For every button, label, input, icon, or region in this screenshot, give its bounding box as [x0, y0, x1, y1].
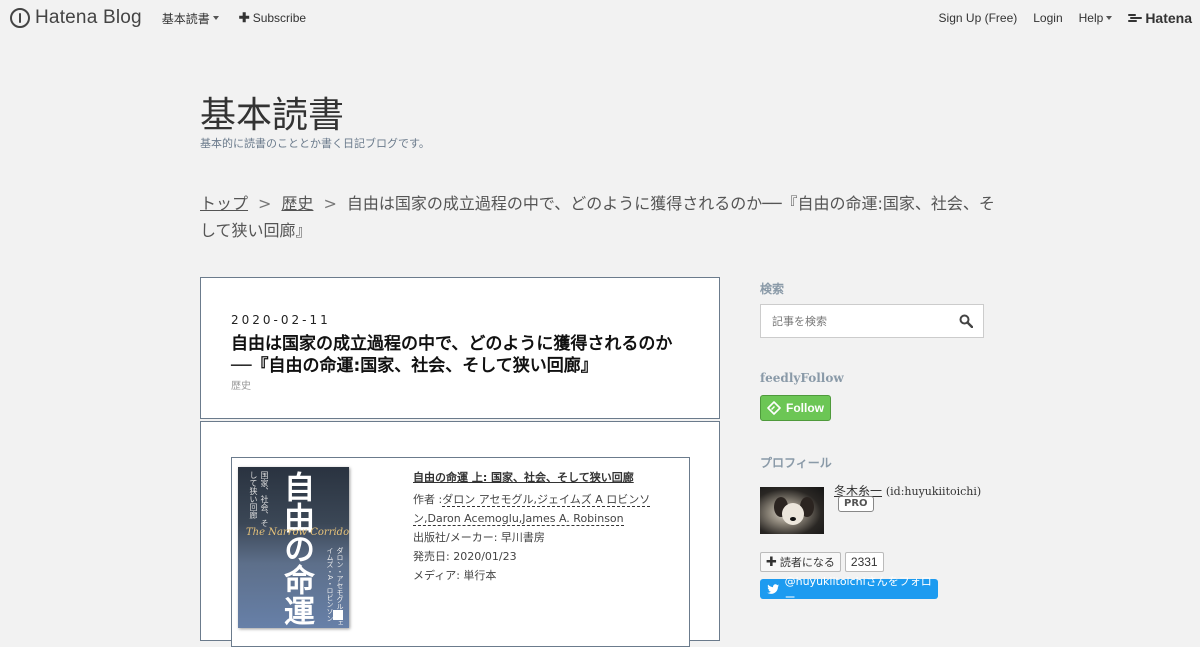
brand-label: Hatena Blog — [35, 7, 142, 28]
publisher-logo-icon — [333, 610, 343, 620]
reader-subscribe-label: 読者になる — [779, 556, 835, 569]
book-cover-image[interactable]: 国家、社会、そして狭い回廊 自由の命運 The Narrow Corridor … — [238, 467, 349, 628]
subscribe-link[interactable]: ✚ Subscribe — [239, 10, 306, 26]
search-icon[interactable] — [959, 314, 973, 328]
author-prefix: 作者 : — [413, 493, 443, 506]
breadcrumb-separator: > — [258, 194, 272, 213]
feedly-follow-button[interactable]: Follow — [760, 395, 831, 421]
plus-icon: ✚ — [238, 10, 250, 25]
signup-link[interactable]: Sign Up (Free) — [939, 11, 1018, 25]
subscribe-label: Subscribe — [252, 11, 307, 25]
twitter-follow-button[interactable]: @huyukiitoichiさんをフォロー — [760, 575, 938, 604]
blog-menu-label: 基本読書 — [161, 11, 210, 26]
profile-heading: プロフィール — [760, 456, 832, 470]
blog-description: 基本的に読書のこととか書く日記ブログです。 — [200, 137, 430, 150]
cover-title: 自由の命運 — [278, 471, 314, 626]
breadcrumb: トップ > 歴史 > 自由は国家の成立過程の中で、どのように獲得されるのか──『自由の命… — [200, 190, 1000, 244]
search-form — [760, 304, 984, 338]
global-header-left: Hatena Blog 基本読書 ✚ Subscribe — [10, 0, 306, 36]
login-link[interactable]: Login — [1033, 11, 1062, 25]
hatena-blog-logo[interactable]: Hatena Blog — [10, 7, 142, 29]
feedly-heading: feedlyFollow — [760, 371, 844, 385]
product-media: メディア: 単行本 — [413, 569, 497, 582]
hatena-blog-logo-icon — [10, 8, 30, 28]
author-links[interactable]: ダロン アセモグル,ジェイムズ A ロビンソン,Daron Acemoglu,J… — [413, 493, 651, 526]
entry-date[interactable]: 2020-02-11 — [231, 313, 331, 327]
profile-avatar[interactable] — [760, 487, 824, 534]
product-info: 自由の命運 上: 国家、社会、そして狭い回廊 作者 :ダロン アセモグル,ジェイ… — [413, 468, 685, 585]
feedly-follow-label: Follow — [786, 401, 824, 415]
breadcrumb-separator: > — [323, 194, 337, 213]
hatena-logo[interactable]: Hatena — [1128, 10, 1192, 26]
reader-count[interactable]: 2331 — [844, 552, 884, 572]
breadcrumb-current: 自由は国家の成立過程の中で、どのように獲得されるのか──『自由の命運:国家、社会… — [200, 194, 995, 240]
chevron-down-icon — [1106, 16, 1113, 20]
entry-body: 国家、社会、そして狭い回廊 自由の命運 The Narrow Corridor … — [200, 421, 720, 647]
help-label: Help — [1078, 11, 1104, 25]
entry-header: 2020-02-11 自由は国家の成立過程の中で、どのように獲得されるのか──『… — [200, 277, 720, 419]
product-name-link[interactable]: 自由の命運 上: 国家、社会、そして狭い回廊 — [413, 471, 634, 484]
global-header: Hatena Blog 基本読書 ✚ Subscribe Sign Up (Fr… — [0, 0, 1200, 36]
feedly-icon — [767, 401, 781, 415]
global-header-right: Sign Up (Free) Login Help Hatena — [923, 0, 1192, 36]
entry-title[interactable]: 自由は国家の成立過程の中で、どのように獲得されるのか──『自由の命運:国家、社会… — [231, 333, 691, 377]
twitter-bird-icon — [767, 583, 780, 594]
plus-icon: ✚ — [766, 554, 777, 570]
blog-menu-dropdown[interactable]: 基本読書 — [162, 10, 219, 27]
breadcrumb-top[interactable]: トップ — [200, 194, 248, 213]
product-authors: 作者 :ダロン アセモグル,ジェイムズ A ロビンソン,Daron Acemog… — [413, 490, 685, 528]
search-input[interactable] — [761, 305, 951, 337]
search-heading: 検索 — [760, 282, 785, 296]
entry-category[interactable]: 歴史 — [231, 377, 251, 392]
cover-subtitle: 国家、社会、そして狭い回廊 — [249, 471, 269, 527]
help-dropdown[interactable]: Help — [1079, 11, 1113, 25]
hatena-label: Hatena — [1145, 10, 1192, 26]
hatena-logo-icon — [1128, 13, 1143, 23]
breadcrumb-category[interactable]: 歴史 — [281, 194, 313, 213]
reader-subscribe-button[interactable]: ✚ 読者になる 2331 — [760, 552, 884, 572]
twitter-follow-label: @huyukiitoichiさんをフォロー — [784, 575, 932, 604]
reader-subscribe-label-box[interactable]: ✚ 読者になる — [760, 552, 841, 572]
pro-badge[interactable]: PRO — [838, 496, 874, 512]
product-publisher: 出版社/メーカー: 早川書房 — [413, 531, 545, 544]
blog-title[interactable]: 基本読書 — [200, 86, 344, 138]
product-card: 国家、社会、そして狭い回廊 自由の命運 The Narrow Corridor … — [231, 457, 690, 647]
profile-id: (id:huyukiitoichi) — [885, 485, 982, 498]
cover-english-title: The Narrow Corridor — [246, 527, 349, 538]
chevron-down-icon — [212, 16, 219, 20]
product-release-date: 発売日: 2020/01/23 — [413, 550, 517, 563]
